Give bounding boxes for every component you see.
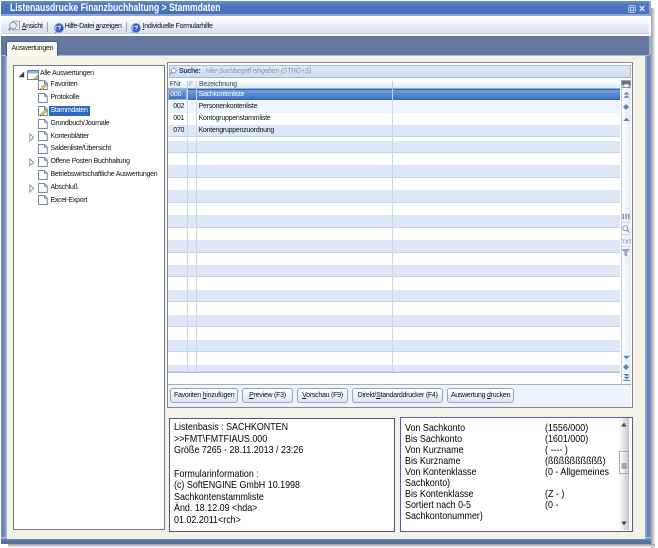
svg-text:TXT: TXT (622, 240, 632, 246)
svg-text:?: ? (134, 26, 138, 33)
svg-text:?: ? (57, 26, 61, 33)
